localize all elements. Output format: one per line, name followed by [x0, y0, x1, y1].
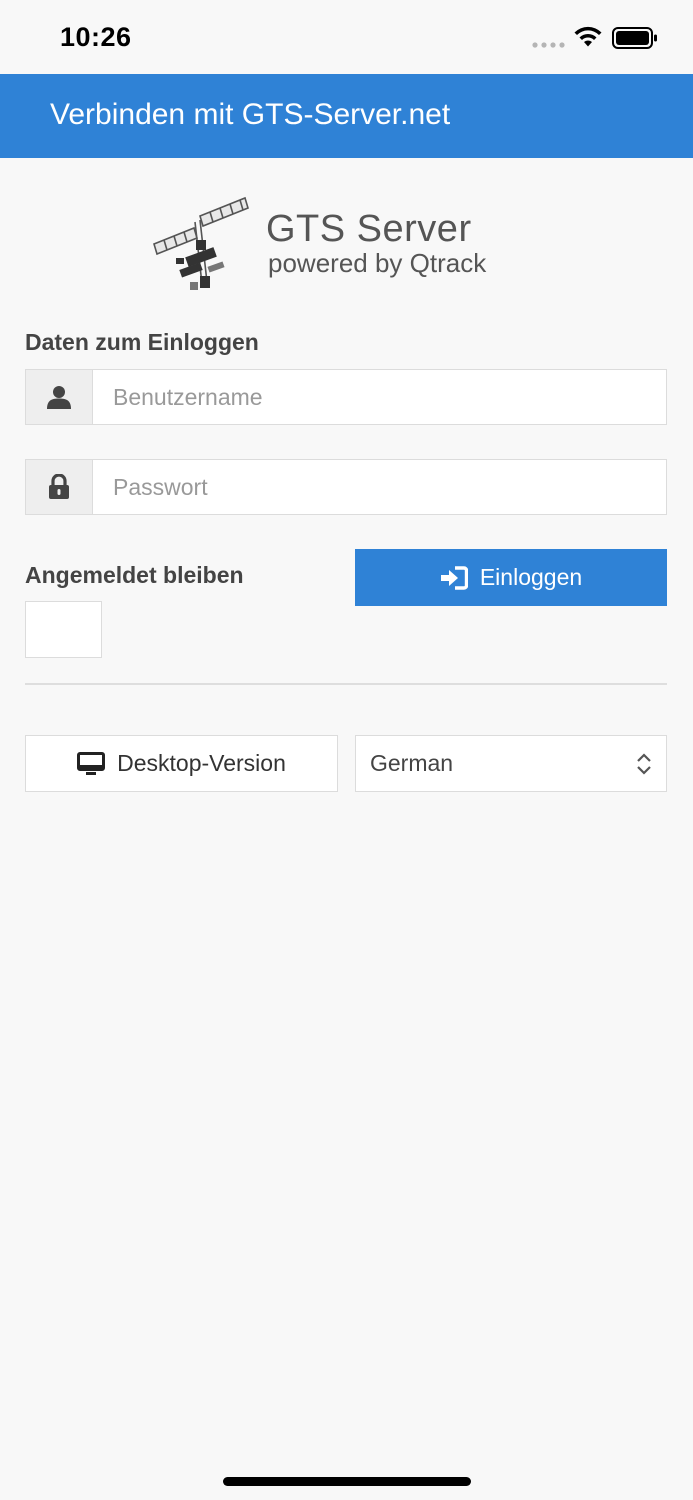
username-input[interactable]	[92, 369, 667, 425]
login-button-label: Einloggen	[479, 564, 583, 590]
desktop-version-label: Desktop-Version	[117, 750, 286, 776]
remember-me-label: Angemeldet bleiben	[25, 562, 244, 588]
remember-me-checkbox[interactable]	[25, 601, 102, 658]
status-time: 10:26	[60, 22, 132, 52]
wifi-icon	[574, 26, 602, 47]
password-input[interactable]	[92, 459, 667, 515]
username-addon	[25, 369, 92, 425]
login-button[interactable]: Einloggen	[355, 549, 667, 606]
desktop-icon	[77, 751, 106, 775]
language-select[interactable]: German	[355, 735, 667, 792]
password-addon	[25, 459, 92, 515]
sign-in-icon	[440, 565, 468, 590]
password-input-group	[25, 459, 667, 515]
status-bar: 10:26	[0, 0, 693, 74]
lock-icon	[49, 474, 69, 499]
header-title: Verbinden mit GTS-Server.net	[50, 98, 451, 131]
cellular-signal-icon	[532, 42, 565, 48]
app-header: Verbinden mit GTS-Server.net	[0, 74, 693, 158]
gts-logo: GTS Server powered by Qtrack	[150, 194, 530, 298]
desktop-version-button[interactable]: Desktop-Version	[25, 735, 338, 792]
divider	[25, 683, 667, 685]
home-indicator	[223, 1477, 471, 1486]
space-station-icon	[153, 196, 249, 290]
username-input-group	[25, 369, 667, 425]
logo-title: GTS Server	[266, 208, 472, 250]
user-icon	[47, 386, 71, 409]
login-section-label: Daten zum Einloggen	[25, 329, 259, 355]
logo-subtitle: powered by Qtrack	[268, 248, 487, 278]
chevron-up-down-icon	[637, 752, 651, 775]
language-select-value: German	[370, 750, 454, 776]
battery-icon	[612, 27, 657, 49]
